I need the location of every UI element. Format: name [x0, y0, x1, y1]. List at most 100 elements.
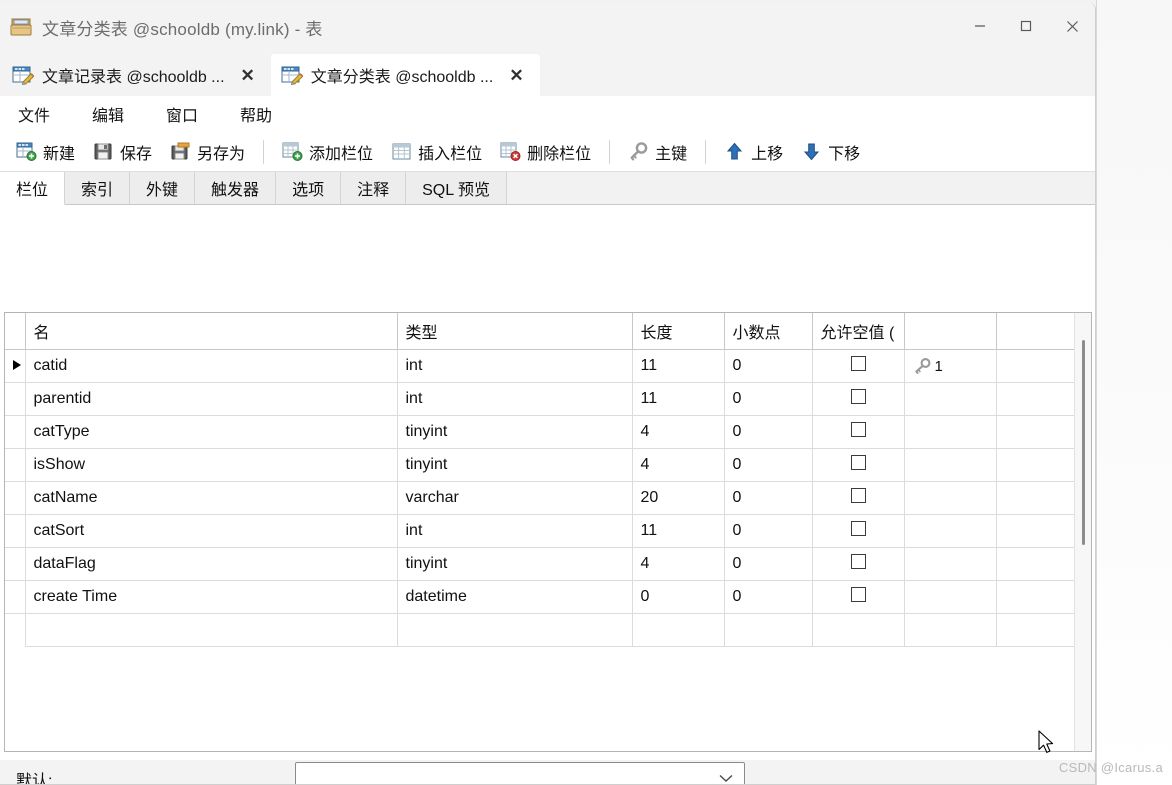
cell-field-nullable[interactable] — [812, 349, 905, 383]
cell-field-type[interactable]: int — [397, 382, 633, 416]
grid-vertical-scrollbar[interactable] — [1074, 313, 1091, 751]
tab-indexes[interactable]: 索引 — [65, 172, 131, 204]
cell-field-type[interactable]: tinyint — [397, 448, 633, 482]
table-row[interactable]: parentid int 11 0 — [5, 382, 1074, 416]
cell-field-key[interactable] — [904, 514, 997, 548]
move-down-button[interactable]: 下移 — [793, 136, 868, 168]
row-selector[interactable] — [5, 547, 26, 581]
cell-field-decimals[interactable]: 0 — [724, 382, 813, 416]
scrollbar-thumb[interactable] — [1082, 340, 1085, 545]
column-header-length[interactable]: 长度 — [632, 313, 725, 350]
cell-field-decimals[interactable]: 0 — [724, 448, 813, 482]
cell-field-decimals[interactable]: 0 — [724, 481, 813, 515]
tab-close-icon[interactable]: ✕ — [237, 64, 259, 87]
maximize-icon[interactable] — [1003, 2, 1049, 50]
save-as-button[interactable]: 另存为 — [162, 136, 253, 168]
column-header-key[interactable] — [904, 313, 997, 350]
cell-field-nullable[interactable] — [812, 415, 905, 449]
minimize-icon[interactable] — [957, 2, 1003, 50]
cell-field-nullable[interactable] — [812, 481, 905, 515]
close-icon[interactable] — [1049, 2, 1095, 50]
cell-field-length[interactable]: 11 — [632, 514, 725, 548]
cell-field-key[interactable] — [904, 448, 997, 482]
tab-fields[interactable]: 栏位 — [0, 172, 66, 205]
cell-field-length[interactable]: 4 — [632, 415, 725, 449]
new-button[interactable]: 新建 — [8, 136, 83, 168]
cell-field-type[interactable]: tinyint — [397, 547, 633, 581]
cell-field-type[interactable]: int — [397, 514, 633, 548]
tab-sql-preview[interactable]: SQL 预览 — [406, 172, 507, 204]
column-header-type[interactable]: 类型 — [397, 313, 633, 350]
cell-field-key[interactable] — [904, 580, 997, 614]
nullable-checkbox[interactable] — [850, 356, 866, 371]
row-selector[interactable] — [5, 349, 26, 383]
cell-field-name[interactable]: catType — [25, 415, 398, 449]
table-row[interactable]: catType tinyint 4 0 — [5, 415, 1074, 449]
tab-article-record[interactable]: 文章记录表 @schooldb ... ✕ — [2, 54, 271, 96]
row-selector[interactable] — [5, 580, 26, 614]
cell-field-type[interactable]: tinyint — [397, 415, 633, 449]
tab-options[interactable]: 选项 — [276, 172, 342, 204]
cell-field-nullable[interactable] — [812, 448, 905, 482]
cell-field-length[interactable]: 20 — [632, 481, 725, 515]
cell-field-decimals[interactable]: 0 — [724, 514, 813, 548]
table-row[interactable]: dataFlag tinyint 4 0 — [5, 547, 1074, 581]
cell-field-key[interactable] — [904, 382, 997, 416]
cell-field-key[interactable] — [904, 415, 997, 449]
cell-field-name[interactable]: create Time — [25, 580, 398, 614]
table-row[interactable]: create Time datetime 0 0 — [5, 580, 1074, 614]
cell-field-type[interactable]: varchar — [397, 481, 633, 515]
move-up-button[interactable]: 上移 — [716, 136, 791, 168]
cell-field-nullable[interactable] — [812, 580, 905, 614]
cell-field-name[interactable]: catid — [25, 349, 398, 383]
nullable-checkbox[interactable] — [850, 521, 866, 536]
column-header-nullable[interactable]: 允许空值 ( — [812, 313, 905, 350]
cell-field-name[interactable]: catName — [25, 481, 398, 515]
tab-article-category[interactable]: 文章分类表 @schooldb ... ✕ — [270, 54, 540, 96]
save-button[interactable]: 保存 — [85, 136, 160, 168]
row-selector[interactable] — [5, 448, 26, 482]
table-row[interactable]: catid int 11 0 1 — [5, 349, 1074, 383]
nullable-checkbox[interactable] — [850, 554, 866, 569]
add-field-button[interactable]: 添加栏位 — [274, 136, 381, 168]
nullable-checkbox[interactable] — [850, 488, 866, 503]
insert-field-button[interactable]: 插入栏位 — [383, 136, 490, 168]
cell-field-decimals[interactable]: 0 — [724, 547, 813, 581]
cell-field-nullable[interactable] — [812, 547, 905, 581]
table-row[interactable]: catSort int 11 0 — [5, 514, 1074, 548]
cell-field-length[interactable]: 4 — [632, 448, 725, 482]
cell-field-decimals[interactable]: 0 — [724, 415, 813, 449]
cell-field-name[interactable]: catSort — [25, 514, 398, 548]
table-row[interactable]: isShow tinyint 4 0 — [5, 448, 1074, 482]
cell-field-name[interactable]: dataFlag — [25, 547, 398, 581]
column-header-decimals[interactable]: 小数点 — [724, 313, 813, 350]
delete-field-button[interactable]: 删除栏位 — [492, 136, 599, 168]
nullable-checkbox[interactable] — [850, 389, 866, 404]
nullable-checkbox[interactable] — [850, 455, 866, 470]
menu-item-edit[interactable]: 编辑 — [86, 99, 130, 129]
cell-field-length[interactable]: 0 — [632, 580, 725, 614]
tab-foreign-keys[interactable]: 外键 — [130, 172, 196, 204]
cell-field-nullable[interactable] — [812, 382, 905, 416]
cell-field-length[interactable]: 4 — [632, 547, 725, 581]
table-row[interactable]: catName varchar 20 0 — [5, 481, 1074, 515]
cell-field-key[interactable] — [904, 547, 997, 581]
cell-field-name[interactable]: isShow — [25, 448, 398, 482]
menu-item-help[interactable]: 帮助 — [234, 99, 278, 129]
cell-field-type[interactable]: datetime — [397, 580, 633, 614]
row-selector[interactable] — [5, 514, 26, 548]
cell-field-key[interactable]: 1 — [904, 349, 997, 383]
tab-triggers[interactable]: 触发器 — [195, 172, 277, 204]
column-header-name[interactable]: 名 — [25, 313, 398, 350]
cell-field-decimals[interactable]: 0 — [724, 580, 813, 614]
cell-field-nullable[interactable] — [812, 514, 905, 548]
row-selector[interactable] — [5, 415, 26, 449]
menu-item-window[interactable]: 窗口 — [160, 99, 204, 129]
nullable-checkbox[interactable] — [850, 587, 866, 602]
nullable-checkbox[interactable] — [850, 422, 866, 437]
row-selector[interactable] — [5, 481, 26, 515]
default-combobox[interactable] — [295, 762, 745, 784]
cell-field-type[interactable]: int — [397, 349, 633, 383]
cell-field-decimals[interactable]: 0 — [724, 349, 813, 383]
menu-item-file[interactable]: 文件 — [12, 99, 56, 129]
